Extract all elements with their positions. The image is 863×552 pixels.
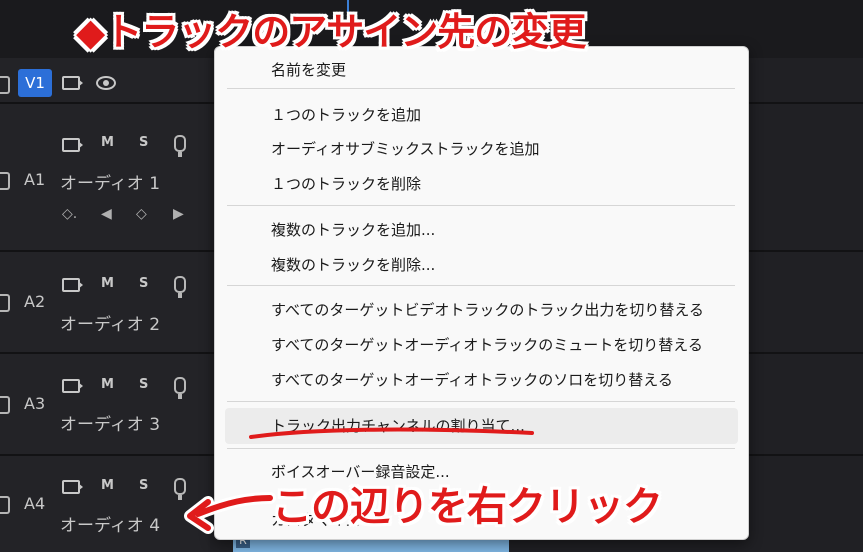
track-id-a1: A1	[24, 170, 46, 189]
track-target-v1[interactable]: V1	[18, 69, 52, 97]
annotation-text: この辺りを右クリック	[272, 484, 663, 530]
menu-separator	[227, 285, 735, 286]
solo-button[interactable]: S	[139, 377, 148, 392]
add-keyframe-icon[interactable]: ◇	[136, 206, 147, 222]
title-overlay: ◆トラックのアサイン先の変更	[76, 10, 586, 54]
sync-lock-icon[interactable]	[62, 278, 83, 292]
lock-icon[interactable]	[0, 172, 10, 190]
microphone-icon[interactable]	[174, 276, 186, 298]
menu-item-toggle-audio-solo[interactable]: すべてのターゲットオーディオトラックのソロを切り替える	[271, 369, 673, 390]
menu-item-delete-tracks[interactable]: 複数のトラックを削除...	[271, 254, 435, 275]
sync-lock-icon[interactable]	[62, 138, 83, 152]
menu-item-rename[interactable]: 名前を変更	[271, 59, 346, 80]
menu-item-toggle-audio-mute[interactable]: すべてのターゲットオーディオトラックのミュートを切り替える	[271, 334, 703, 355]
lock-icon[interactable]	[0, 76, 10, 94]
microphone-icon[interactable]	[174, 135, 186, 157]
track-name-a4[interactable]: オーディオ 4	[60, 511, 160, 536]
lock-icon[interactable]	[0, 294, 10, 312]
track-id-a3: A3	[24, 394, 46, 413]
solo-button[interactable]: S	[139, 276, 148, 291]
menu-item-toggle-video-output[interactable]: すべてのターゲットビデオトラックのトラック出力を切り替える	[271, 299, 704, 320]
track-name-a3[interactable]: オーディオ 3	[60, 410, 160, 435]
arrow-left-icon	[184, 492, 276, 534]
keyframe-toggle-icon[interactable]: ◇.	[62, 206, 77, 222]
video-track-header-v1[interactable]: V1	[0, 66, 210, 100]
previous-keyframe-icon[interactable]: ◀	[101, 206, 112, 222]
mute-button[interactable]: M	[101, 135, 114, 150]
menu-item-add-submix-track[interactable]: オーディオサブミックストラックを追加	[271, 138, 540, 159]
menu-separator	[227, 205, 735, 206]
next-keyframe-icon[interactable]: ▶	[173, 206, 184, 222]
menu-item-delete-track[interactable]: １つのトラックを削除	[271, 173, 421, 194]
highlight-underline	[249, 427, 534, 439]
track-name-a2[interactable]: オーディオ 2	[60, 310, 160, 335]
lock-icon[interactable]	[0, 496, 10, 514]
microphone-icon[interactable]	[174, 377, 186, 399]
sync-lock-icon[interactable]	[62, 76, 83, 90]
eye-icon[interactable]	[96, 76, 116, 90]
mute-button[interactable]: M	[101, 276, 114, 291]
menu-separator	[227, 401, 735, 402]
lock-icon[interactable]	[0, 396, 10, 414]
menu-item-add-tracks[interactable]: 複数のトラックを追加...	[271, 219, 435, 240]
solo-button[interactable]: S	[139, 135, 148, 150]
sync-lock-icon[interactable]	[62, 379, 83, 393]
context-menu: 名前を変更 １つのトラックを追加 オーディオサブミックストラックを追加 １つのト…	[214, 46, 749, 540]
mute-button[interactable]: M	[101, 377, 114, 392]
menu-separator	[227, 448, 735, 449]
track-name-a1[interactable]: オーディオ 1	[60, 169, 160, 194]
menu-separator	[227, 88, 735, 89]
mute-button[interactable]: M	[101, 478, 114, 493]
solo-button[interactable]: S	[139, 478, 148, 493]
sync-lock-icon[interactable]	[62, 480, 83, 494]
menu-item-add-track[interactable]: １つのトラックを追加	[271, 104, 421, 125]
track-id-a4: A4	[24, 494, 46, 513]
track-id-a2: A2	[24, 292, 46, 311]
